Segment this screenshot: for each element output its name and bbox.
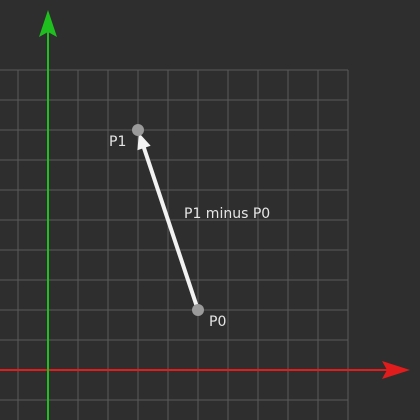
point-p0-label: P0	[209, 314, 226, 330]
vector-label: P1 minus P0	[184, 206, 270, 222]
vector-shaft	[141, 144, 200, 312]
point-p1[interactable]	[132, 124, 144, 136]
grid	[0, 69, 349, 420]
coordinate-plane: P0 P1 P1 minus P0	[0, 10, 410, 420]
point-p1-label: P1	[109, 134, 126, 150]
vector-diagram-viewport: P0 P1 P1 minus P0	[0, 0, 420, 420]
point-p0[interactable]	[192, 304, 204, 316]
y-axis	[39, 10, 57, 420]
